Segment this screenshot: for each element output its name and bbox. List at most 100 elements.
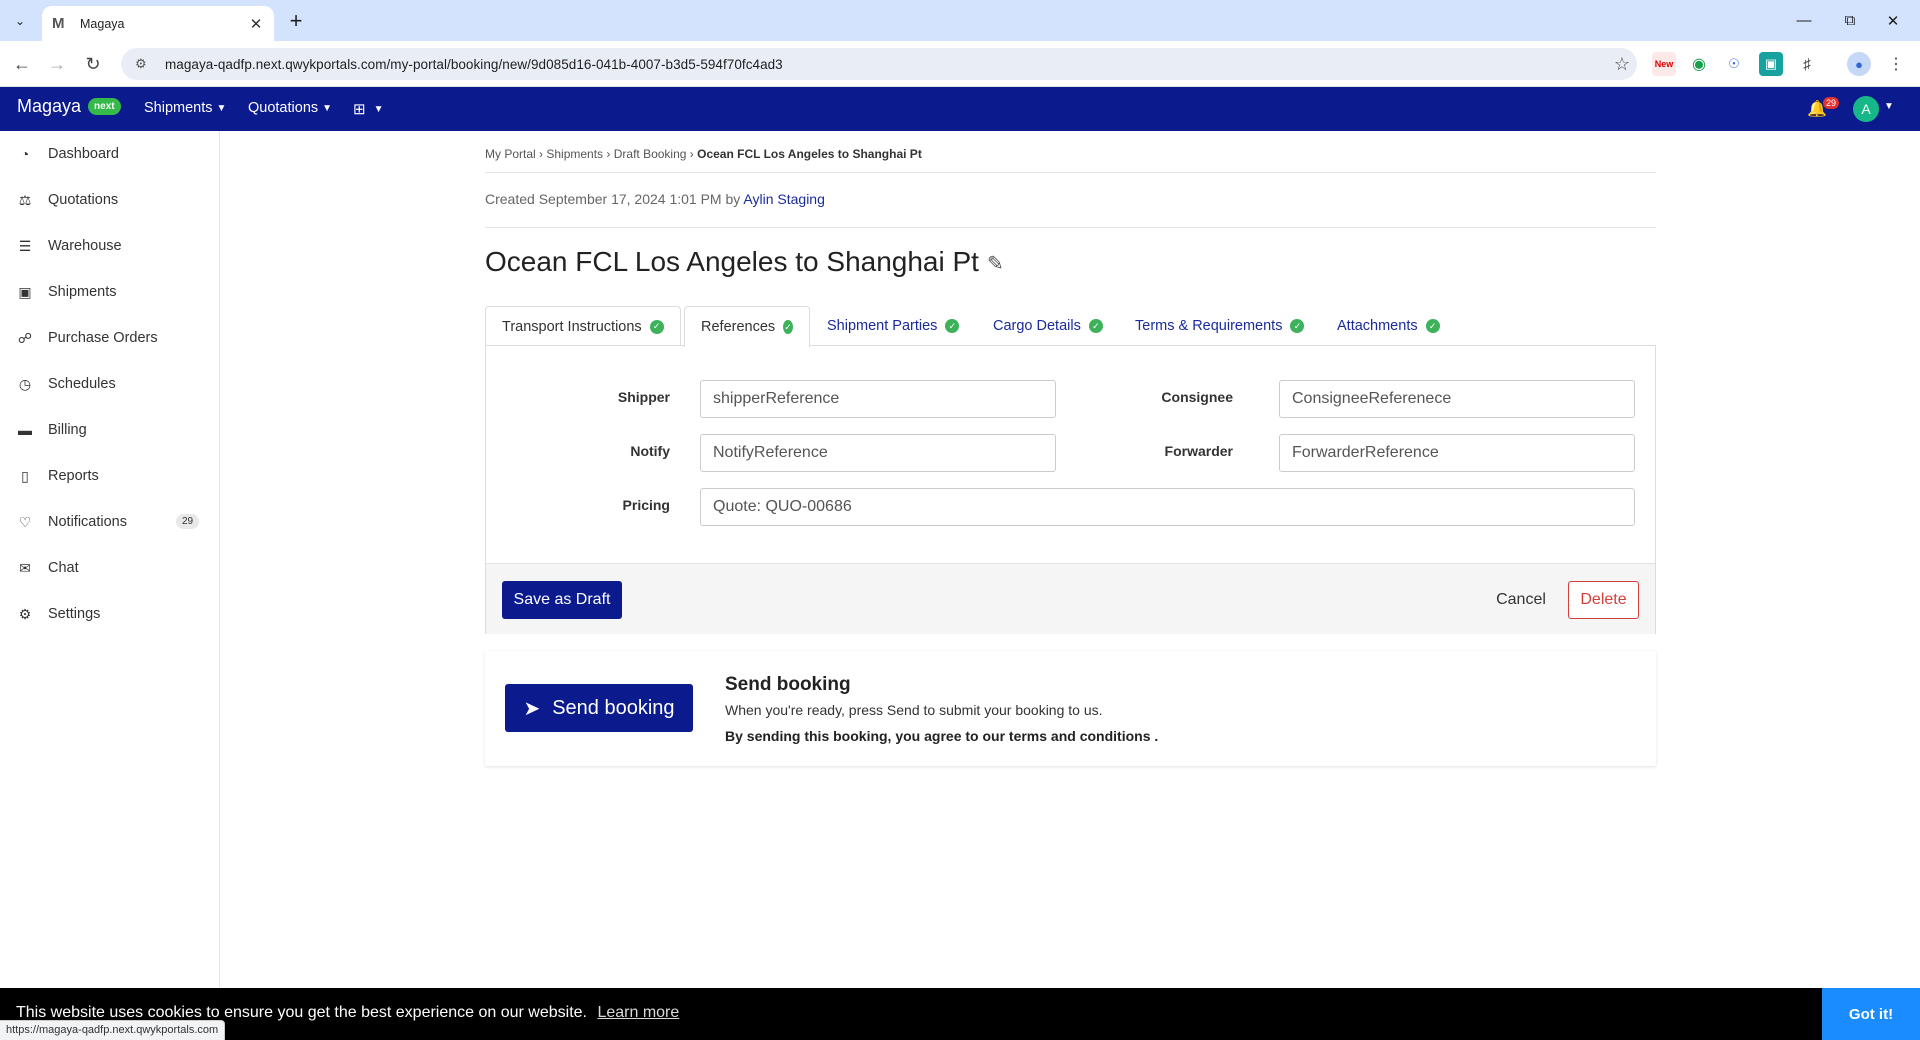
brand-logo[interactable]: Magaya next [17,96,121,117]
cookie-learn-more-link[interactable]: Learn more [597,1004,679,1021]
user-avatar[interactable]: A [1853,96,1879,122]
save-as-draft-button[interactable]: Save as Draft [502,581,622,619]
box-icon: ▣ [18,283,32,300]
tab-terms-requirements[interactable]: Terms & Requirements ✓ [1119,306,1320,346]
extension-teal-icon[interactable]: ▣ [1759,52,1783,76]
sidebar-item-label: Reports [48,468,99,484]
tab-label: Terms & Requirements [1135,318,1283,334]
sidebar-item-notifications[interactable]: ♡ Notifications 29 [0,499,219,545]
chevron-down-icon: ▼ [216,102,227,114]
breadcrumb-current: Ocean FCL Los Angeles to Shanghai Pt [697,147,922,161]
magaya-favicon-icon: M [52,14,65,32]
notifications-badge: 29 [1823,97,1840,109]
reload-icon[interactable]: ↻ [79,50,107,78]
sidebar-item-label: Warehouse [48,238,122,254]
forward-icon[interactable]: → [43,50,71,78]
close-window-icon[interactable]: ✕ [1866,0,1920,41]
notifications-count-badge: 29 [176,514,200,529]
close-tab-icon[interactable]: ✕ [248,15,264,33]
check-circle-icon: ✓ [945,319,960,333]
nav-shipments-dropdown[interactable]: Shipments ▼ [144,100,226,116]
site-info-icon[interactable]: ⚙ [135,56,153,72]
sidebar-item-label: Billing [48,422,87,438]
status-url-tooltip: https://magaya-qadfp.next.qwykportals.co… [0,1020,226,1040]
tab-label: Transport Instructions [502,318,642,335]
check-circle-icon: ✓ [1088,319,1103,333]
chevron-down-icon[interactable]: ▼ [1884,101,1894,112]
bar-chart-icon: ▯ [21,467,29,484]
cancel-button[interactable]: Cancel [1486,581,1556,619]
cookie-message-text: This website uses cookies to ensure you … [16,1004,587,1021]
notify-label: Notify [630,443,670,459]
bell-icon: ♡ [18,513,32,530]
forwarder-reference-input[interactable] [1279,434,1635,472]
password-manager-icon[interactable]: ☉ [1722,52,1746,76]
breadcrumb-my-portal[interactable]: My Portal [485,147,536,161]
edit-title-icon[interactable]: ✎ [987,251,1004,276]
address-bar[interactable]: ⚙ magaya-qadfp.next.qwykportals.com/my-p… [121,48,1637,80]
breadcrumb-draft-booking[interactable]: Draft Booking [614,147,687,161]
sidebar-item-purchase-orders[interactable]: ☍ Purchase Orders [0,315,219,361]
sidebar-item-label: Settings [48,606,101,622]
tab-shipment-parties[interactable]: Shipment Parties ✓ [811,306,975,346]
tab-label: References [701,319,776,335]
shipper-label: Shipper [617,389,670,405]
sidebar-item-billing[interactable]: ▬ Billing [0,407,219,453]
consignee-reference-input[interactable] [1279,380,1635,418]
sidebar-item-label: Schedules [48,376,116,392]
grammarly-icon[interactable]: ◉ [1687,52,1711,76]
tab-transport-instructions[interactable]: Transport Instructions ✓ [485,306,681,346]
browser-tab-title: Magaya [80,16,125,31]
clock-icon: ◷ [18,375,32,392]
gear-icon: ⚙ [18,605,32,622]
chevron-down-icon: ▼ [373,103,384,115]
forwarder-label: Forwarder [1164,443,1233,459]
back-icon[interactable]: ← [8,50,36,78]
cookie-accept-button[interactable]: Got it! [1822,988,1920,1040]
sidebar-item-quotations[interactable]: ⚖ Quotations [0,177,219,223]
send-booking-terms: By sending this booking, you agree to ou… [725,728,1159,744]
divider [485,227,1656,228]
sidebar-item-schedules[interactable]: ◷ Schedules [0,361,219,407]
breadcrumb-shipments[interactable]: Shipments [546,147,603,161]
browser-tab[interactable]: M Magaya ✕ [42,6,274,41]
shipper-reference-input[interactable] [700,380,1056,418]
sidebar-item-dashboard[interactable]: ◔ Dashboard [0,131,219,177]
address-url[interactable]: magaya-qadfp.next.qwykportals.com/my-por… [165,57,1607,72]
nav-quotations-dropdown[interactable]: Quotations ▼ [248,100,332,116]
create-new-dropdown[interactable]: ⊞ ▼ [353,100,383,118]
pricing-label: Pricing [622,497,670,513]
profile-icon[interactable]: ● [1847,52,1871,76]
notify-reference-input[interactable] [700,434,1056,472]
pricing-input[interactable] [700,488,1635,526]
scale-icon: ⚖ [18,191,32,208]
paper-plane-icon: ➤ [523,697,541,720]
browser-toolbar: ← → ↻ ⚙ magaya-qadfp.next.qwykportals.co… [0,41,1920,87]
sidebar-item-reports[interactable]: ▯ Reports [0,453,219,499]
sidebar-item-chat[interactable]: ✉ Chat [0,545,219,591]
nav-quotations-label: Quotations [248,100,319,116]
bookmark-star-icon[interactable]: ☆ [1607,54,1637,75]
references-panel: Shipper Consignee Notify Forwarder Prici… [485,345,1656,634]
sidebar-item-settings[interactable]: ⚙ Settings [0,591,219,637]
sidebar-item-warehouse[interactable]: ☰ Warehouse [0,223,219,269]
send-booking-button[interactable]: ➤ Send booking [505,684,693,732]
tab-attachments[interactable]: Attachments ✓ [1321,306,1456,346]
plus-square-icon: ⊞ [353,101,366,118]
cart-icon: ☍ [17,329,33,346]
sidebar-item-shipments[interactable]: ▣ Shipments [0,269,219,315]
browser-menu-icon[interactable]: ⋮ [1884,52,1908,76]
sidebar-item-label: Quotations [48,192,119,208]
tab-cargo-details[interactable]: Cargo Details ✓ [977,306,1119,346]
extensions-puzzle-icon[interactable]: ♯ [1795,52,1819,76]
created-author-link[interactable]: Aylin Staging [743,191,824,207]
created-info: Created September 17, 2024 1:01 PM by Ay… [485,191,825,207]
tab-references[interactable]: References ✓ [684,306,810,347]
extension-new-icon[interactable]: New [1652,52,1676,76]
tab-label: Shipment Parties [827,318,938,334]
new-tab-icon[interactable]: + [283,8,309,34]
tab-search-chevron-icon[interactable]: ⌄ [8,9,32,33]
check-circle-icon: ✓ [783,320,793,334]
consignee-label: Consignee [1161,389,1233,405]
delete-button[interactable]: Delete [1568,581,1639,619]
